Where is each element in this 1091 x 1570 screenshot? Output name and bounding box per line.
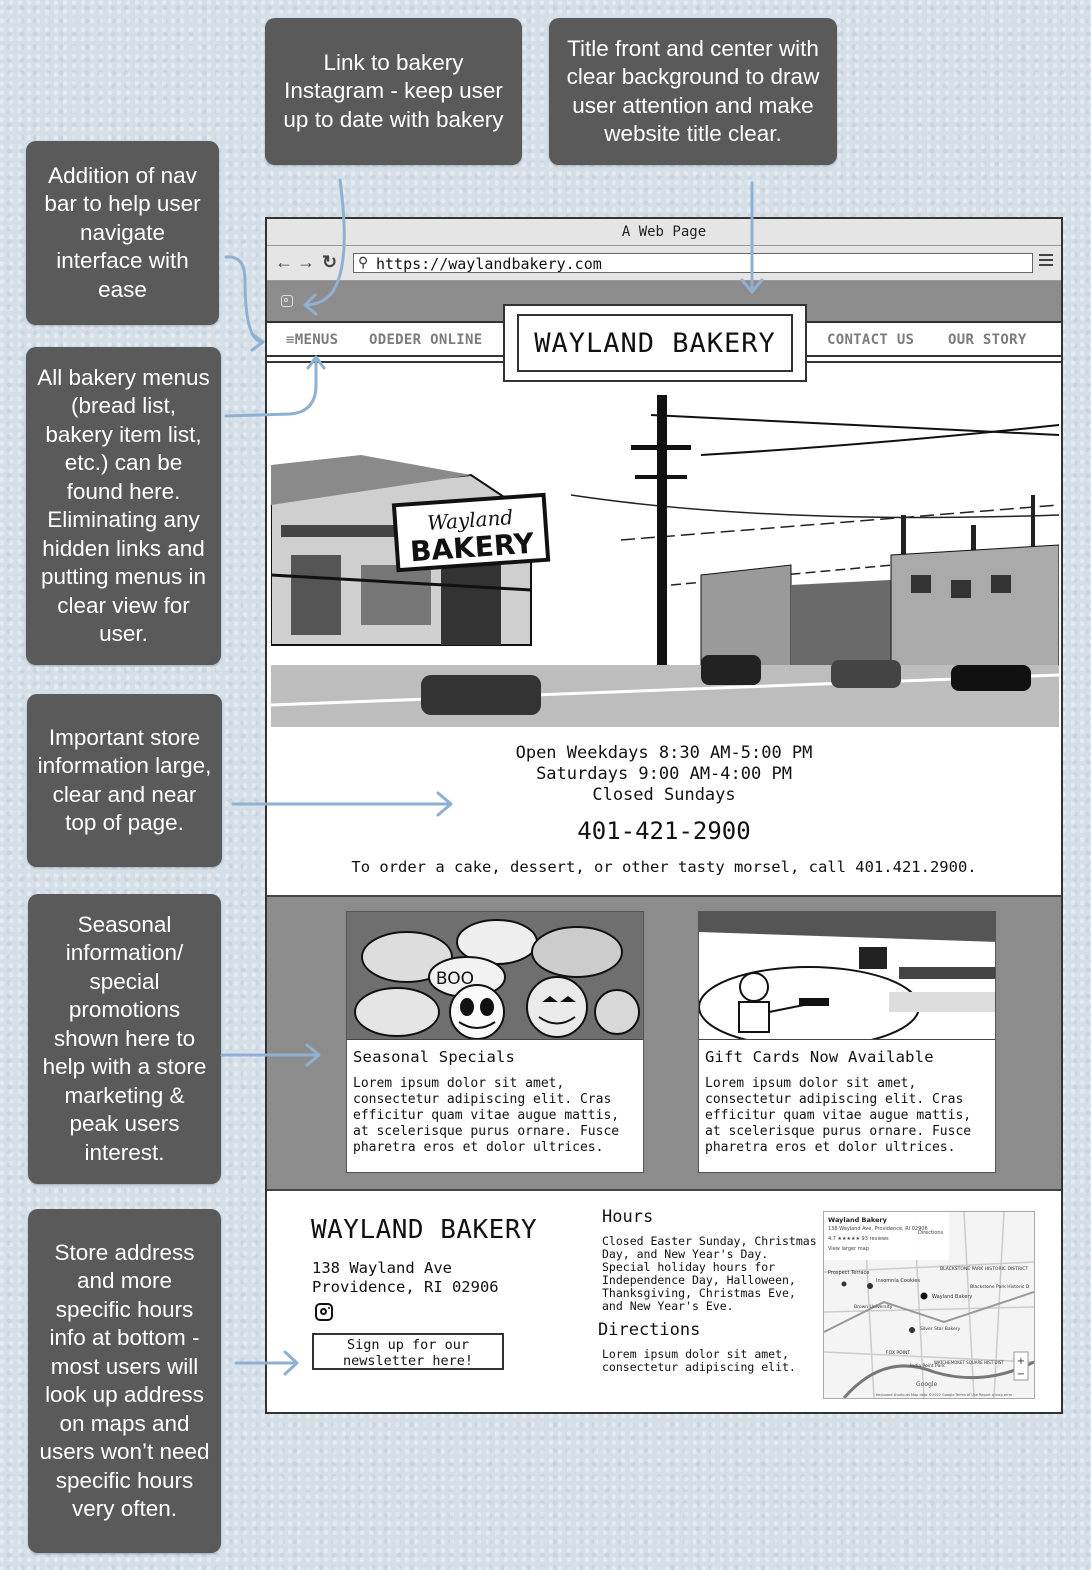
- annotation-arrows: [220, 178, 764, 1376]
- site-title-box: WAYLAND BAKERY: [503, 304, 807, 382]
- arrow-instagram: [303, 178, 346, 307]
- arrow-menus: [224, 356, 318, 418]
- site-title[interactable]: WAYLAND BAKERY: [517, 314, 793, 372]
- arrow-navbar: [224, 255, 264, 344]
